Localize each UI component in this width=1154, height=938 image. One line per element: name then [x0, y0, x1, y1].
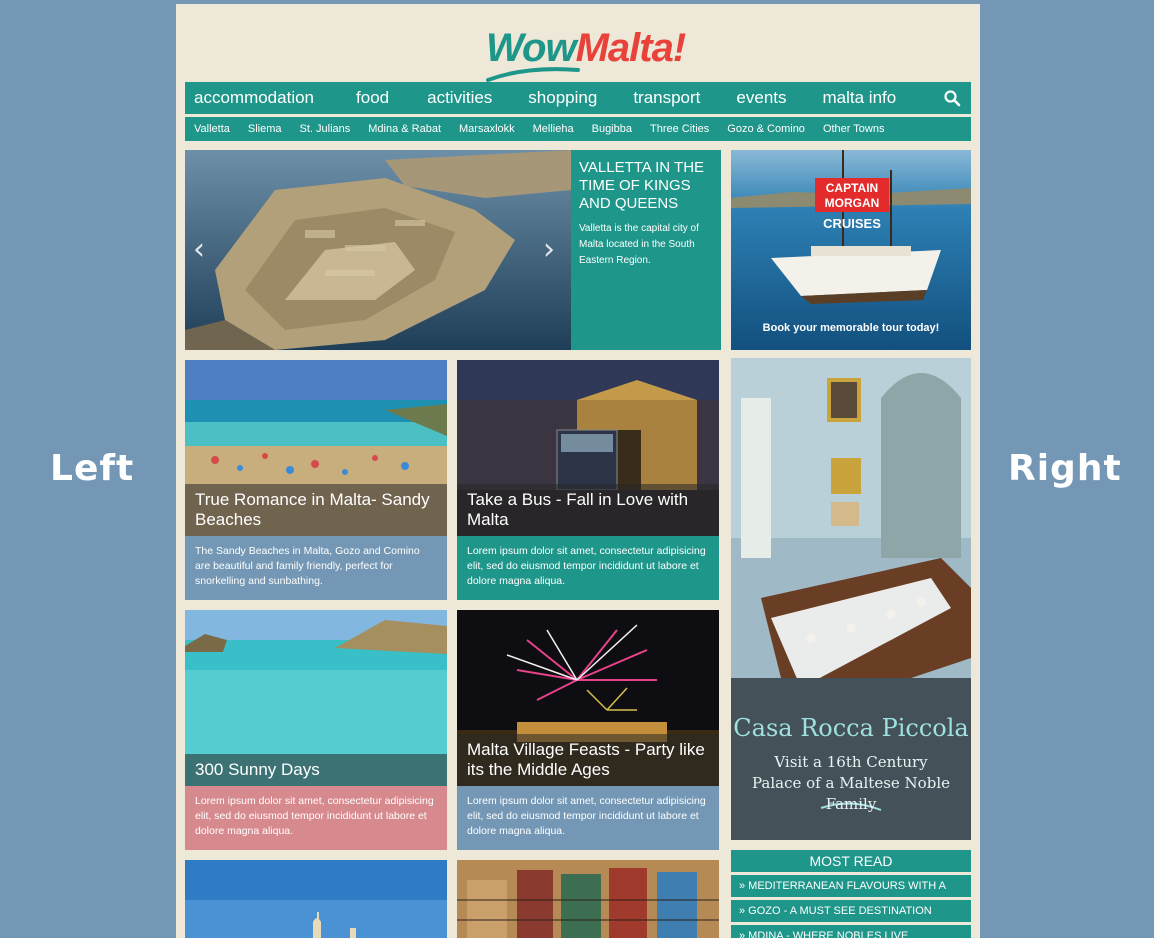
article-card-village-feasts[interactable]: Malta Village Feasts - Party like its th… [457, 610, 719, 850]
card-title: Take a Bus - Fall in Love with Malta [457, 484, 719, 536]
slider-title: VALLETTA IN THE TIME OF KINGS AND QUEENS [579, 159, 705, 212]
church-image [185, 860, 447, 938]
casa-subtitle: Visit a 16th Century Palace of a Maltese… [752, 753, 950, 813]
hero-slider[interactable]: ‹ › VALLETTA IN THE TIME OF KINGS AND QU… [185, 150, 721, 350]
town-link[interactable]: Other Towns [814, 123, 894, 135]
town-link[interactable]: Valletta [185, 123, 239, 135]
logo-swoosh-icon [486, 67, 580, 82]
nav-accommodation[interactable]: accommodation [185, 88, 323, 108]
towns-nav: Valletta Sliema St. Julians Mdina & Raba… [185, 117, 971, 141]
article-card-beaches[interactable]: True Romance in Malta- Sandy Beaches The… [185, 360, 447, 600]
slider-text: Valletta is the capital city of Malta lo… [579, 223, 699, 266]
nav-malta-info[interactable]: malta info [814, 88, 906, 108]
captain-morgan-ad[interactable]: CAPTAIN MORGAN CRUISES Book your memorab… [731, 150, 971, 350]
article-card-bus[interactable]: Take a Bus - Fall in Love with Malta Lor… [457, 360, 719, 600]
most-read-widget: MOST READ » MEDITERRANEAN FLAVOURS WITH … [731, 850, 971, 938]
nav-activities[interactable]: activities [418, 88, 501, 108]
card-text: Lorem ipsum dolor sit amet, consectetur … [457, 786, 719, 850]
card-title: True Romance in Malta- Sandy Beaches [185, 484, 447, 536]
nav-events[interactable]: events [727, 88, 795, 108]
town-link[interactable]: Mdina & Rabat [359, 123, 450, 135]
search-icon[interactable] [943, 89, 961, 107]
town-link[interactable]: St. Julians [291, 123, 360, 135]
nav-transport[interactable]: transport [624, 88, 709, 108]
article-card-sunny-days[interactable]: 300 Sunny Days Lorem ipsum dolor sit ame… [185, 610, 447, 850]
balconies-image [457, 860, 719, 938]
nav-shopping[interactable]: shopping [519, 88, 606, 108]
site-logo[interactable]: WowMalta! [486, 22, 686, 84]
right-label: Right [1008, 448, 1122, 489]
card-text: Lorem ipsum dolor sit amet, consectetur … [185, 786, 447, 850]
town-link[interactable]: Marsaxlokk [450, 123, 524, 135]
town-link[interactable]: Gozo & Comino [718, 123, 814, 135]
left-label: Left [50, 448, 135, 489]
card-text: The Sandy Beaches in Malta, Gozo and Com… [185, 536, 447, 600]
website-page: WowMalta! accommodation food activities … [176, 4, 980, 938]
slider-next-button[interactable]: › [543, 232, 555, 267]
town-link[interactable]: Mellieha [524, 123, 583, 135]
cruises-label: CRUISES [823, 216, 881, 231]
card-title: Malta Village Feasts - Party like its th… [457, 734, 719, 786]
nav-food[interactable]: food [347, 88, 398, 108]
town-link[interactable]: Bugibba [583, 123, 641, 135]
valletta-aerial-image [185, 150, 571, 350]
card-text: Lorem ipsum dolor sit amet, consectetur … [457, 536, 719, 600]
casa-title: Casa Rocca Piccola [733, 714, 969, 742]
card-title: 300 Sunny Days [185, 754, 447, 786]
slider-prev-button[interactable]: ‹ [193, 232, 205, 267]
most-read-header: MOST READ [731, 850, 971, 872]
town-link[interactable]: Three Cities [641, 123, 718, 135]
slider-caption: VALLETTA IN THE TIME OF KINGS AND QUEENS… [571, 150, 721, 350]
article-card-church[interactable] [185, 860, 447, 938]
most-read-item[interactable]: » MDINA - WHERE NOBLES LIVE [731, 925, 971, 938]
article-card-balconies[interactable] [457, 860, 719, 938]
most-read-item[interactable]: » MEDITERRANEAN FLAVOURS WITH A [731, 875, 971, 897]
main-nav: accommodation food activities shopping t… [185, 82, 971, 114]
tour-cta: Book your memorable tour today! [762, 322, 940, 334]
casa-rocca-piccola-ad[interactable]: Casa Rocca Piccola Visit a 16th Century … [731, 358, 971, 840]
town-link[interactable]: Sliema [239, 123, 291, 135]
most-read-item[interactable]: » GOZO - A MUST SEE DESTINATION [731, 900, 971, 922]
captain-morgan-logo: CAPTAIN MORGAN [815, 178, 889, 212]
